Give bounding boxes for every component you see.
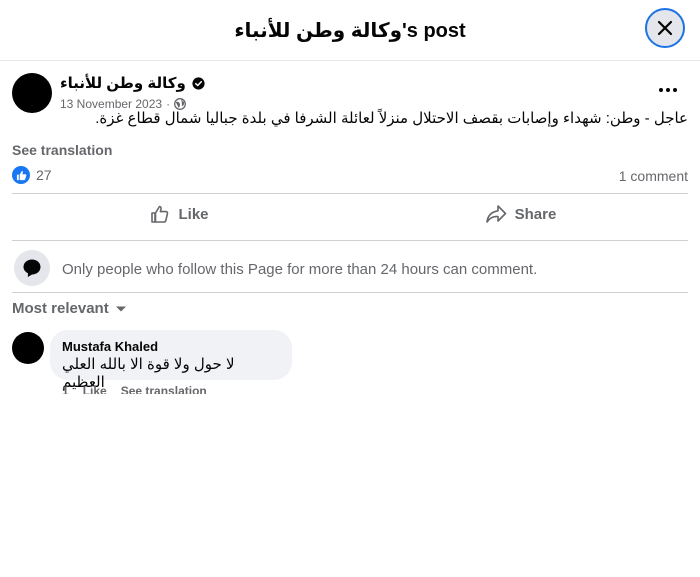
more-options-button[interactable]	[650, 76, 686, 104]
share-icon	[485, 205, 506, 223]
close-icon	[657, 20, 673, 36]
comment-restriction-notice: Only people who follow this Page for mor…	[62, 261, 538, 278]
like-button[interactable]: Like	[12, 196, 347, 232]
verified-badge-icon	[192, 76, 205, 90]
divider-notice	[12, 292, 688, 293]
dialog-title: وكالة وطن للأنباء's post	[234, 20, 466, 42]
comment-count[interactable]: 1 comment	[619, 168, 688, 184]
post-author-avatar[interactable]	[12, 73, 52, 113]
share-button-label: Share	[514, 205, 557, 223]
see-translation-link[interactable]: See translation	[12, 142, 112, 158]
comment-notice-icon-wrap	[14, 250, 50, 286]
comment-author-avatar[interactable]	[12, 332, 44, 364]
divider-bottom	[12, 240, 688, 241]
post-author: وكالة وطن للأنباء	[60, 74, 205, 92]
comment-bubble-icon	[23, 259, 41, 277]
comment-actions: 1 Like See translation	[62, 384, 207, 394]
comment-like-link[interactable]: Like	[83, 384, 107, 394]
caret-down-icon	[115, 306, 126, 311]
sort-label: Most relevant	[12, 300, 109, 317]
reaction-count: 27	[36, 167, 52, 183]
more-dots-icon	[659, 88, 677, 92]
comment-time[interactable]: 1	[62, 384, 69, 394]
thumbs-up-icon	[151, 205, 169, 223]
close-button[interactable]	[645, 8, 685, 48]
like-reaction-icon	[12, 166, 30, 184]
comment-author-name[interactable]: Mustafa Khaled	[62, 339, 158, 354]
share-button[interactable]: Share	[353, 196, 688, 232]
comment-sort-dropdown[interactable]: Most relevant	[12, 300, 127, 317]
post-text: عاجل - وطن: شهداء وإصابات بقصف الاحتلال …	[95, 110, 688, 127]
divider-top	[12, 193, 688, 194]
dialog-header: وكالة وطن للأنباء's post	[0, 0, 700, 61]
like-button-label: Like	[178, 205, 209, 223]
reaction-summary[interactable]: 27	[12, 166, 52, 184]
post-author-name[interactable]: وكالة وطن للأنباء	[60, 74, 186, 92]
comment-see-translation-link[interactable]: See translation	[121, 384, 207, 394]
post-dialog: وكالة وطن للأنباء's post وكالة وطن للأنب…	[0, 0, 700, 577]
